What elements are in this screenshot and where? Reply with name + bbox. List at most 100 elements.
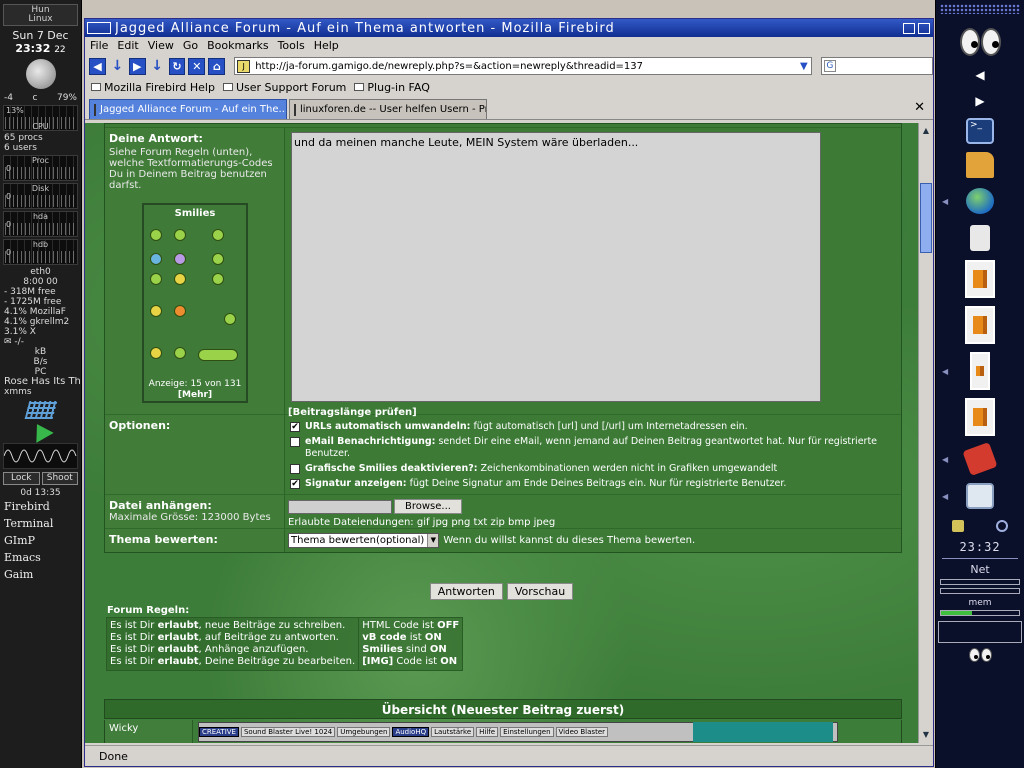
forward-menu-icon[interactable]: ↓ — [149, 58, 166, 75]
dock-workspace-4[interactable] — [936, 394, 1024, 440]
launcher-gaim[interactable]: Gaim — [0, 566, 81, 583]
smiley-icon[interactable] — [212, 253, 224, 265]
menu-help[interactable]: Help — [314, 39, 339, 52]
close-tab-icon[interactable]: ✕ — [914, 100, 925, 115]
reload-icon[interactable]: ↻ — [168, 57, 186, 75]
url-dropdown-icon[interactable]: ▼ — [797, 61, 811, 72]
dock-terminal[interactable]: >_ — [936, 114, 1024, 148]
dock-speaker[interactable] — [936, 220, 1024, 256]
launcher-firebird[interactable]: Firebird — [0, 498, 81, 515]
email-notify-checkbox[interactable] — [290, 437, 300, 447]
option-parse-urls[interactable]: ✔ URLs automatisch umwandeln: fügt autom… — [290, 421, 898, 433]
vertical-scrollbar[interactable]: ▲ ▼ — [918, 123, 933, 743]
dock-handle[interactable] — [940, 4, 1020, 14]
option-email-notify[interactable]: eMail Benachrichtigung: sendet Dir eine … — [290, 436, 898, 460]
forward-icon[interactable]: ▶ — [128, 57, 146, 75]
search-input[interactable]: G — [820, 57, 934, 75]
menu-edit[interactable]: Edit — [117, 39, 138, 52]
window-titlebar[interactable]: Jagged Alliance Forum - Auf ein Thema an… — [85, 19, 933, 37]
shoot-button[interactable]: Shoot — [41, 472, 78, 485]
lock-button[interactable]: Lock — [3, 472, 40, 485]
google-icon[interactable]: G — [823, 60, 836, 72]
folder-icon — [966, 152, 994, 178]
window-menu-icon[interactable] — [87, 22, 111, 34]
procs-count: 65 procs — [4, 133, 43, 143]
smiley-icon[interactable] — [212, 229, 224, 241]
url-bar[interactable]: J http://ja-forum.gamigo.de/newreply.php… — [234, 57, 812, 75]
menu-tools[interactable]: Tools — [278, 39, 305, 52]
home-icon[interactable]: ⌂ — [208, 57, 226, 75]
browse-button[interactable]: Browse... — [394, 499, 462, 514]
smiley-icon[interactable] — [174, 229, 186, 241]
menu-go[interactable]: Go — [183, 39, 198, 52]
option-disable-smilies[interactable]: Grafische Smilies deaktivieren?: Zeichen… — [290, 463, 898, 475]
dock-empty-slot — [938, 621, 1022, 643]
dock-workspace-3[interactable]: ◀ — [936, 348, 1024, 394]
smiley-icon[interactable] — [150, 305, 162, 317]
launcher-emacs[interactable]: Emacs — [0, 549, 81, 566]
show-signature-checkbox[interactable]: ✔ — [290, 479, 300, 489]
bookmarks-toolbar: Mozilla Firebird Help User Support Forum… — [85, 78, 933, 96]
dock-workspace-1[interactable] — [936, 256, 1024, 302]
rate-select[interactable]: Thema bewerten(optional) ▼ — [288, 533, 440, 548]
smiley-icon[interactable] — [150, 347, 162, 359]
menu-file[interactable]: File — [90, 39, 108, 52]
lock-icon[interactable] — [952, 520, 964, 532]
parse-urls-checkbox[interactable]: ✔ — [290, 422, 300, 432]
launcher-gimp[interactable]: GImP — [0, 532, 81, 549]
file-path-input[interactable] — [288, 499, 392, 514]
smiley-icon[interactable] — [212, 273, 224, 285]
back-icon[interactable]: ◀ — [89, 57, 106, 75]
smiley-icon[interactable] — [174, 305, 186, 317]
message-textarea[interactable]: und da meinen manche Leute, MEIN System … — [291, 132, 821, 402]
smiley-icon[interactable] — [150, 273, 162, 285]
smiley-icon[interactable] — [174, 273, 186, 285]
tab-linuxforen[interactable]: linuxforen.de -- User helfen Usern - Pr.… — [289, 99, 487, 119]
dock-globe[interactable]: ◀ — [936, 182, 1024, 220]
dock-folder[interactable] — [936, 148, 1024, 182]
smiley-icon[interactable] — [150, 229, 162, 241]
attach-label: Datei anhängen: — [109, 499, 212, 512]
dropdown-arrow-icon[interactable]: ▼ — [427, 534, 439, 547]
preview-button[interactable]: Vorschau — [506, 583, 574, 600]
bookmark-plugin-faq[interactable]: Plug-in FAQ — [354, 81, 430, 94]
rule-line: Smilies sind ON — [362, 644, 447, 655]
scrollbar-thumb[interactable] — [920, 183, 932, 253]
minimize-icon[interactable] — [903, 22, 915, 34]
option-show-signature[interactable]: ✔ Signatur anzeigen: fügt Deine Signatur… — [290, 478, 898, 490]
dock-workspace-2[interactable] — [936, 302, 1024, 348]
stop-icon[interactable]: ✕ — [188, 57, 206, 75]
xmms-label[interactable]: xmms — [0, 387, 81, 397]
bookmark-user-support[interactable]: User Support Forum — [222, 81, 346, 94]
menu-bookmarks[interactable]: Bookmarks — [207, 39, 268, 52]
tab-jagged-alliance[interactable]: Jagged Alliance Forum - Auf ein The... — [89, 99, 287, 119]
smiley-icon[interactable] — [150, 253, 162, 265]
dock-printer[interactable]: ◀ — [936, 478, 1024, 514]
scroll-up-icon[interactable]: ▲ — [920, 125, 932, 137]
top-proc-1: 4.1% MozillaF — [4, 307, 66, 317]
smiley-icon[interactable] — [224, 313, 236, 325]
dock-left-arrow[interactable]: ◀ — [936, 62, 1024, 88]
window-title: Jagged Alliance Forum - Auf ein Thema an… — [115, 20, 615, 36]
smiley-icon[interactable] — [198, 349, 238, 361]
url-text[interactable]: http://ja-forum.gamigo.de/newreply.php?s… — [255, 61, 797, 72]
smiley-icon[interactable] — [174, 253, 186, 265]
smiley-icon[interactable] — [174, 347, 186, 359]
bookmark-firebird-help[interactable]: Mozilla Firebird Help — [91, 81, 215, 94]
smilies-more-link[interactable]: [Mehr] — [144, 390, 246, 400]
menu-view[interactable]: View — [148, 39, 174, 52]
submit-button[interactable]: Antworten — [429, 583, 503, 600]
launcher-terminal[interactable]: Terminal — [0, 515, 81, 532]
mail-icon: ✉ — [4, 337, 12, 347]
disable-smilies-checkbox[interactable] — [290, 464, 300, 474]
scroll-down-icon[interactable]: ▼ — [920, 729, 932, 741]
post-author[interactable]: Wicky — [105, 720, 193, 743]
power-icon[interactable] — [996, 520, 1008, 532]
dock-tools[interactable]: ◀ — [936, 440, 1024, 478]
rule-line: Es ist Dir erlaubt, Deine Beiträge zu be… — [110, 656, 356, 667]
back-menu-icon[interactable]: ↓ — [109, 58, 126, 75]
maximize-icon[interactable] — [918, 22, 930, 34]
xeyes-applet — [936, 28, 1024, 56]
lock-power-row — [936, 520, 1024, 532]
dock-right-arrow[interactable]: ▶ — [936, 88, 1024, 114]
